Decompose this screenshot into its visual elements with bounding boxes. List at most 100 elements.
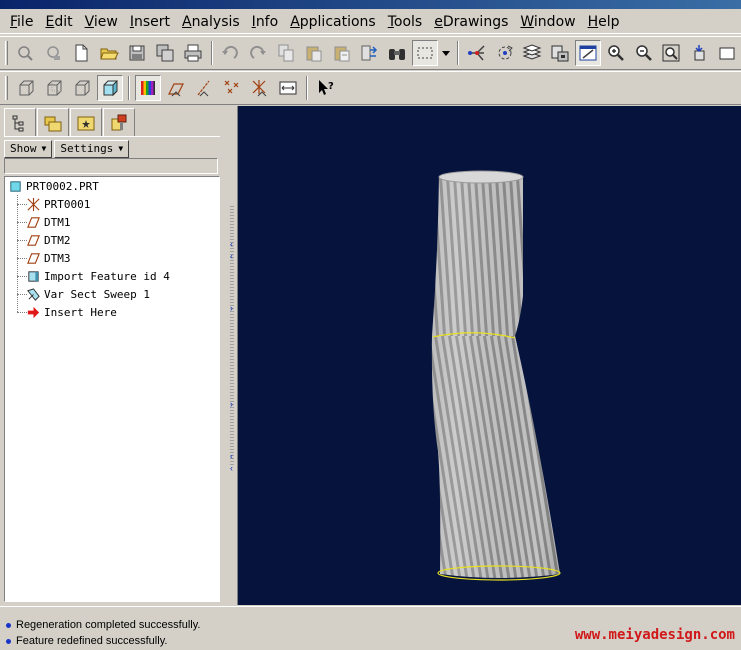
menu-edit[interactable]: Edit xyxy=(39,11,78,33)
toolbar-grip[interactable] xyxy=(5,41,8,65)
import-feature-icon xyxy=(25,268,41,284)
datum-planes-toggle[interactable] xyxy=(163,75,189,101)
tab-favorites[interactable] xyxy=(70,108,102,136)
insert-arrow-icon xyxy=(25,304,41,320)
regenerate-button[interactable] xyxy=(357,40,383,66)
collapse-left-icon[interactable]: ‹ xyxy=(230,252,236,261)
menu-analysis[interactable]: Analysis xyxy=(176,11,246,33)
save-copy-button[interactable] xyxy=(152,40,178,66)
tree-item-dtm3[interactable]: DTM3 xyxy=(25,249,71,267)
tree-item-dtm1[interactable]: DTM1 xyxy=(25,213,71,231)
zoom-in-icon xyxy=(608,45,624,61)
tree-item-import-feature[interactable]: Import Feature id 4 xyxy=(25,267,170,285)
datum-points-toggle[interactable] xyxy=(219,75,245,101)
tree-item-label: Import Feature id 4 xyxy=(44,269,170,283)
tree-item-var-sect-sweep[interactable]: Var Sect Sweep 1 xyxy=(25,285,150,303)
status-message: Feature redefined successfully. xyxy=(6,635,167,647)
tree-item-insert-here[interactable]: Insert Here xyxy=(25,303,117,321)
saved-views-button[interactable] xyxy=(714,40,740,66)
print-button[interactable] xyxy=(180,40,206,66)
select-box-button[interactable] xyxy=(412,40,438,66)
tree-item-label: DTM1 xyxy=(44,215,71,229)
tab-connections[interactable] xyxy=(103,108,135,136)
main-toolbar xyxy=(0,36,741,70)
redo-icon xyxy=(250,45,267,59)
coordinate-systems-toggle[interactable] xyxy=(247,75,273,101)
toolbar-grip[interactable] xyxy=(5,76,8,100)
settings-dropdown[interactable]: Settings ▼ xyxy=(54,139,130,158)
annotations-toggle[interactable] xyxy=(275,75,301,101)
search-web-icon xyxy=(46,46,60,60)
favorites-icon xyxy=(77,116,95,130)
search-web-button[interactable] xyxy=(41,40,67,66)
spin-center-icon xyxy=(498,45,513,60)
copy-icon xyxy=(278,44,294,62)
search-model-button[interactable] xyxy=(13,40,39,66)
menu-applications[interactable]: Applications xyxy=(284,11,382,33)
menu-tools[interactable]: Tools xyxy=(382,11,429,33)
reorient-icon xyxy=(694,45,705,61)
menu-info[interactable]: Info xyxy=(246,11,285,33)
repaint-button[interactable] xyxy=(575,40,601,66)
select-filter-dropdown[interactable] xyxy=(440,40,452,66)
menu-window[interactable]: Window xyxy=(514,11,581,33)
menu-edrawings[interactable]: eDrawings xyxy=(428,11,514,33)
undo-button[interactable] xyxy=(218,40,244,66)
collapse-left-icon[interactable]: ‹ xyxy=(230,452,236,461)
expand-right-icon[interactable]: › xyxy=(230,304,236,313)
expand-right-icon[interactable]: › xyxy=(230,400,236,409)
tab-folder-browser[interactable] xyxy=(37,108,69,136)
wireframe-button[interactable] xyxy=(13,75,39,101)
message-area: Regeneration completed successfully. Fea… xyxy=(0,606,741,650)
layers-icon xyxy=(523,44,542,60)
zoom-out-button[interactable] xyxy=(631,40,657,66)
graphics-window[interactable] xyxy=(237,106,741,605)
tree-column-header[interactable] xyxy=(4,158,218,174)
show-dropdown[interactable]: Show ▼ xyxy=(4,139,53,158)
context-help-button[interactable]: ? xyxy=(313,75,339,101)
zoom-in-button[interactable] xyxy=(603,40,629,66)
tree-item-dtm2[interactable]: DTM2 xyxy=(25,231,71,249)
tree-item-label: DTM2 xyxy=(44,233,71,247)
watermark-text: www.meiyadesign.com xyxy=(574,627,735,643)
tab-model-tree[interactable] xyxy=(4,108,36,137)
menu-view[interactable]: View xyxy=(79,11,124,33)
datum-axes-toggle[interactable] xyxy=(191,75,217,101)
reorient-button[interactable] xyxy=(686,40,712,66)
datum-display-button[interactable] xyxy=(464,40,490,66)
regenerate-icon xyxy=(361,45,378,61)
copy-button[interactable] xyxy=(273,40,299,66)
menu-help[interactable]: Help xyxy=(582,11,626,33)
view-manager-button[interactable] xyxy=(547,40,573,66)
bullet-icon xyxy=(6,622,11,628)
paste-button[interactable] xyxy=(301,40,327,66)
collapse-left-icon[interactable]: ‹ xyxy=(230,464,236,473)
model-tree: PRT0002.PRT PRT0001 DTM1 DTM2 DTM3 Impor… xyxy=(4,176,220,602)
refit-button[interactable] xyxy=(659,40,685,66)
save-button[interactable] xyxy=(124,40,150,66)
new-button[interactable] xyxy=(69,40,95,66)
tree-item-csys[interactable]: PRT0001 xyxy=(25,195,90,213)
repaint-icon xyxy=(579,45,597,61)
dropdown-arrow-icon xyxy=(441,51,450,56)
shaded-cube-icon xyxy=(103,79,118,97)
panel-splitter[interactable]: ‹ ‹ › › ‹ ‹ xyxy=(229,106,236,605)
menu-file[interactable]: File xyxy=(4,11,39,33)
find-button[interactable] xyxy=(384,40,410,66)
model-tree-icon xyxy=(12,115,24,132)
no-hidden-button[interactable] xyxy=(69,75,95,101)
spin-center-button[interactable] xyxy=(492,40,518,66)
appearance-button[interactable] xyxy=(135,75,161,101)
datum-points-toggle-icon xyxy=(224,80,239,94)
hidden-line-button[interactable] xyxy=(41,75,67,101)
collapse-left-icon[interactable]: ‹ xyxy=(230,240,236,249)
menu-insert[interactable]: Insert xyxy=(124,11,176,33)
shading-button[interactable] xyxy=(97,75,123,101)
open-button[interactable] xyxy=(96,40,122,66)
color-palette-icon xyxy=(141,81,155,95)
connections-icon xyxy=(111,114,127,130)
paste-special-button[interactable] xyxy=(329,40,355,66)
layers-button[interactable] xyxy=(520,40,546,66)
tree-item-root-part[interactable]: PRT0002.PRT xyxy=(7,177,99,195)
redo-button[interactable] xyxy=(245,40,271,66)
